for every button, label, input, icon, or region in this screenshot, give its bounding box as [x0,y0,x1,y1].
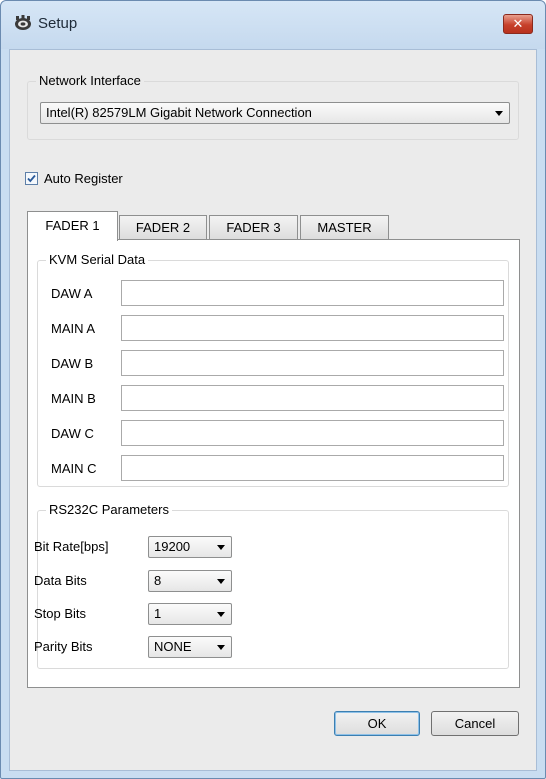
parity-bits-value: NONE [154,639,192,654]
main-a-field[interactable] [121,315,504,341]
checkmark-icon [27,174,36,183]
tab-fader-1[interactable]: FADER 1 [27,211,118,241]
main-b-field[interactable] [121,385,504,411]
data-bits-select[interactable]: 8 [148,570,232,592]
data-bits-label: Data Bits [34,573,87,588]
setup-window: Setup ✕ Network Interface Intel(R) 82579… [0,0,546,779]
auto-register-label[interactable]: Auto Register [44,171,123,186]
close-icon: ✕ [512,16,524,31]
chevron-down-icon [217,645,225,650]
chevron-down-icon [217,579,225,584]
network-interface-legend: Network Interface [36,73,144,88]
dialog-body: Network Interface Intel(R) 82579LM Gigab… [9,49,537,771]
tab-master[interactable]: MASTER [300,215,389,240]
tab-fader-3[interactable]: FADER 3 [209,215,298,240]
rs232c-parameters-group: RS232C Parameters Bit Rate[bps] 19200 Da… [34,502,509,669]
kvm-serial-data-group: KVM Serial Data DAW A MAIN A DAW B MAIN … [37,252,509,487]
auto-register-checkbox[interactable] [25,172,38,185]
network-interface-select[interactable]: Intel(R) 82579LM Gigabit Network Connect… [40,102,510,124]
daw-a-field[interactable] [121,280,504,306]
main-b-label: MAIN B [51,391,96,406]
bit-rate-select[interactable]: 19200 [148,536,232,558]
network-interface-value: Intel(R) 82579LM Gigabit Network Connect… [46,105,312,120]
window-title: Setup [38,15,78,32]
network-interface-group: Network Interface Intel(R) 82579LM Gigab… [27,73,519,140]
daw-b-field[interactable] [121,350,504,376]
daw-a-label: DAW A [51,286,93,301]
stop-bits-value: 1 [154,606,162,621]
main-c-field[interactable] [121,455,504,481]
chevron-down-icon [217,612,225,617]
parity-bits-label: Parity Bits [34,639,93,654]
title-bar[interactable]: Setup ✕ [1,1,545,49]
chevron-down-icon [495,111,503,116]
ok-button[interactable]: OK [334,711,420,736]
chevron-down-icon [217,545,225,550]
stop-bits-label: Stop Bits [34,606,87,621]
kvm-serial-data-legend: KVM Serial Data [46,252,149,267]
tab-fader-2[interactable]: FADER 2 [119,215,207,240]
main-a-label: MAIN A [51,321,96,336]
bit-rate-value: 19200 [154,539,191,554]
daw-c-field[interactable] [121,420,504,446]
data-bits-value: 8 [154,573,162,588]
parity-bits-select[interactable]: NONE [148,636,232,658]
cancel-button[interactable]: Cancel [431,711,519,736]
bit-rate-label: Bit Rate[bps] [34,539,109,554]
daw-c-label: DAW C [51,426,94,441]
daw-b-label: DAW B [51,356,94,371]
rs232c-parameters-legend: RS232C Parameters [46,502,172,517]
main-c-label: MAIN C [51,461,97,476]
close-button[interactable]: ✕ [503,14,533,34]
gear-icon [14,14,32,32]
tab-panel-fader-1: KVM Serial Data DAW A MAIN A DAW B MAIN … [27,239,520,688]
stop-bits-select[interactable]: 1 [148,603,232,625]
